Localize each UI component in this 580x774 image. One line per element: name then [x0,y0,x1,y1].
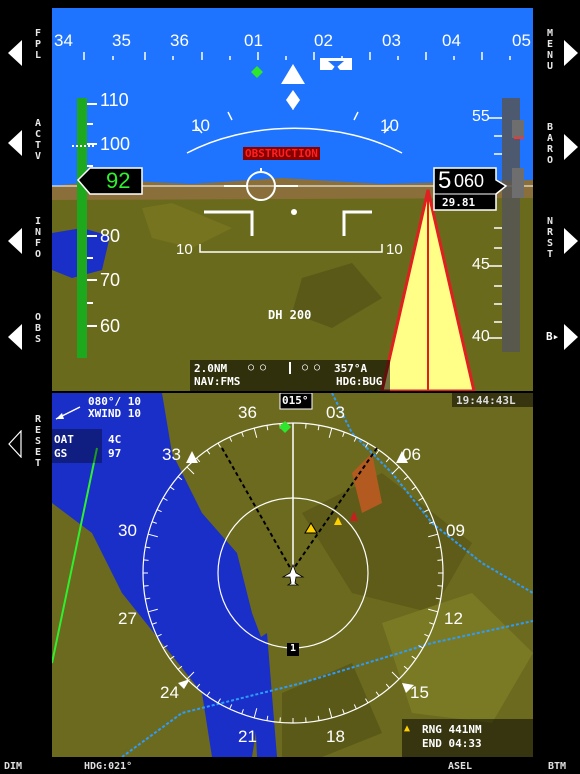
softkey-label: A C T V [34,118,42,162]
compass-label: 12 [444,609,463,628]
pitch-label-left: 10 [176,241,193,258]
softkey-label: B A R O [546,122,554,166]
airspeed-readout: 92 [106,168,131,193]
obstruction-alert: OBSTRUCTION [243,147,320,160]
altitude-readout-minor: 060 [454,171,485,191]
oat-value: 4C [108,433,122,446]
altitude-readout-major: 5 [438,167,452,194]
decision-height: DH 200 [268,308,312,322]
arrow-right-icon [564,324,578,350]
compass-label: 18 [326,727,345,746]
heading-tick-label: 35 [112,31,131,50]
softkey-label: F P L [34,28,42,61]
nav-range: 2.0NM [194,362,228,375]
btm-key[interactable]: BTM [548,761,566,772]
groundspeed-label: GS [54,447,68,460]
clock-time: 19:44:43L [456,394,516,407]
arrow-left-icon [8,324,22,350]
dim-key[interactable]: DIM [4,761,22,772]
baro-setting: 29.81 [442,196,476,209]
compass-label: 09 [446,521,465,540]
compass-label: 15 [410,683,429,702]
arrow-right-icon [564,134,578,160]
compass-label: 21 [238,727,257,746]
waypoint-marker[interactable]: 1 [290,643,296,654]
bank-label-left: 10 [191,116,210,135]
heading-tick-label: 02 [314,31,333,50]
compass-label: 06 [402,445,421,464]
altitude-tick-label: 45 [472,256,490,273]
nav-scale-dots: ○ ○ [248,362,267,373]
softkey-label: M E N U [546,28,554,72]
pitch-label-right: 10 [386,241,403,258]
compass-label: 27 [118,609,137,628]
arrow-left-icon [8,130,22,156]
softkey-label: N R S T [546,216,554,260]
altitude-tick-label: 40 [472,328,490,345]
altitude-tick-label: 55 [472,108,490,125]
nav-bearing: 357°A [334,362,368,375]
softkey-bug[interactable]: B▸ [540,306,580,376]
softkey-menu[interactable]: M E N U [540,22,580,92]
endurance-readout: END 04:33 [422,737,482,750]
range-readout: RNG 441NM [422,723,482,736]
groundspeed-value: 97 [108,447,122,460]
traffic-icon: ▲ [404,723,411,734]
oat-label: OAT [54,433,74,446]
bank-label-right: 10 [380,116,399,135]
arrow-right-icon [564,40,578,66]
speed-tick-label: 110 [100,90,129,110]
softkey-fpl[interactable]: F P L [2,22,48,92]
speed-tick-label: 80 [100,226,121,246]
softkey-label: R E S E T [34,414,42,469]
softkey-info[interactable]: I N F O [2,210,48,280]
heading-tick-label: 34 [54,31,73,50]
arrow-left-outline-icon [8,430,22,458]
arrow-right-icon [564,228,578,254]
primary-flight-display: 34 35 36 01 02 03 04 05 10 10 OBSTRUCTIO… [52,8,533,391]
heading-source: HDG:BUG [336,375,383,388]
multifunction-display: 080°/ 10 XWIND 10 OAT 4C GS 97 19:44:43L… [52,393,533,757]
nav-scale-dots: ○ ○ [302,362,321,373]
arrow-left-icon [8,40,22,66]
heading-tick-label: 05 [512,31,531,50]
softkey-label: I N F O [34,216,42,260]
compass-label: 24 [160,683,179,702]
softkey-obs[interactable]: O B S [2,306,48,376]
speed-tick-label: 60 [100,316,121,336]
softkey-actv[interactable]: A C T V [2,112,48,182]
asel-status: ASEL [448,761,473,772]
compass-label: 03 [326,403,345,422]
compass-label: 30 [118,521,137,540]
arrow-left-icon [8,228,22,254]
speed-tick-label: 100 [100,134,131,154]
moving-map [52,393,533,757]
heading-tick-label: 03 [382,31,401,50]
nav-source: NAV:FMS [194,375,241,388]
softkey-reset[interactable]: R E S E T [2,408,48,478]
softkey-label: O B S [34,312,42,345]
heading-box: 015° [282,394,309,407]
crosswind-readout: XWIND 10 [88,407,141,420]
compass-label: 33 [162,445,181,464]
speed-tick-label: 70 [100,270,121,290]
softkey-nrst[interactable]: N R S T [540,210,580,280]
compass-label: 36 [238,403,257,422]
heading-tick-label: 04 [442,31,461,50]
heading-tick-label: 36 [170,31,189,50]
softkey-baro[interactable]: B A R O [540,116,580,186]
heading-tick-label: 01 [244,31,263,50]
softkey-label: B▸ [546,330,560,343]
heading-status: HDG:021° [84,761,133,772]
